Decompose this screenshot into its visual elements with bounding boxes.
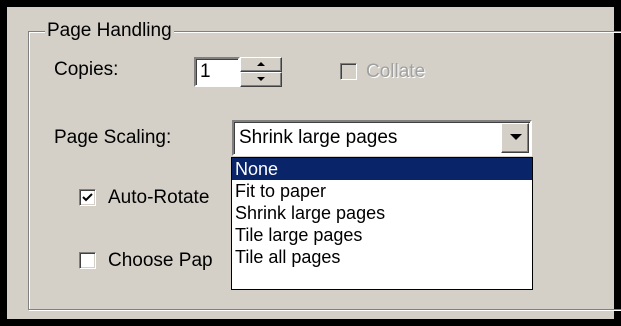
list-item[interactable]: None xyxy=(232,158,532,180)
list-item[interactable]: Tile all pages xyxy=(232,246,532,268)
collate-checkbox[interactable] xyxy=(340,63,357,80)
auto-rotate-checkbox[interactable] xyxy=(79,189,96,206)
auto-rotate-label: Auto-Rotate xyxy=(108,187,210,208)
arrow-up-icon xyxy=(257,62,265,66)
dropdown-button[interactable] xyxy=(501,123,529,153)
page-scaling-select[interactable]: Shrink large pages xyxy=(232,120,532,156)
list-item[interactable]: Fit to paper xyxy=(232,180,532,202)
list-item[interactable]: Shrink large pages xyxy=(232,202,532,224)
copies-input[interactable]: 1 xyxy=(194,57,240,87)
spin-up-button[interactable] xyxy=(240,57,282,72)
spin-down-button[interactable] xyxy=(240,72,282,87)
copies-spinner[interactable] xyxy=(240,57,282,87)
arrow-down-icon xyxy=(257,77,265,81)
chevron-down-icon xyxy=(510,134,522,140)
checkmark-icon xyxy=(82,193,93,202)
collate-label: Collate xyxy=(366,61,426,82)
copies-label: Copies: xyxy=(54,59,119,80)
choose-paper-checkbox[interactable] xyxy=(79,252,96,269)
page-scaling-label: Page Scaling: xyxy=(54,127,172,148)
page-scaling-dropdown-list[interactable]: None Fit to paper Shrink large pages Til… xyxy=(231,157,533,290)
list-item[interactable]: Tile large pages xyxy=(232,224,532,246)
page-scaling-value: Shrink large pages xyxy=(239,127,398,148)
group-title: Page Handling xyxy=(45,19,174,43)
choose-paper-label: Choose Pap xyxy=(108,250,213,271)
